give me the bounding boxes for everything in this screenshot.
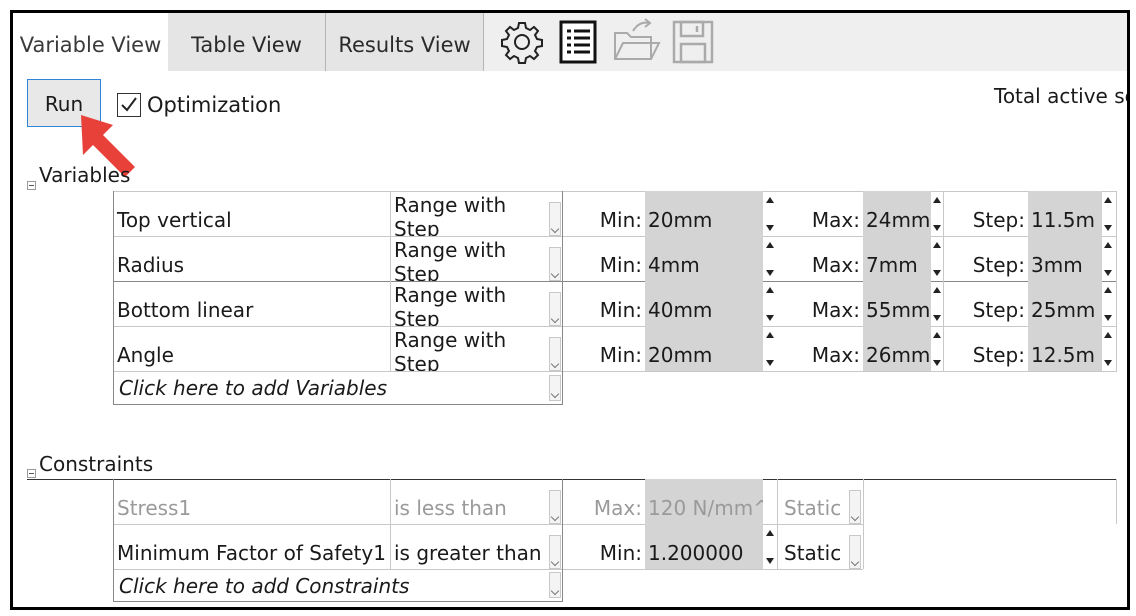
min-spinner[interactable] (765, 328, 777, 370)
step-label: Step: (972, 253, 1025, 277)
tab-results-view[interactable]: Results View (326, 13, 484, 71)
max-value-input[interactable]: 55mm (863, 281, 931, 326)
step-value-input[interactable]: 11.5m (1028, 191, 1102, 236)
chevron-down-icon[interactable] (849, 535, 861, 569)
chevron-down-icon[interactable] (549, 247, 561, 281)
study-select[interactable]: Static (781, 479, 847, 524)
step-value-input[interactable]: 12.5m (1028, 326, 1102, 371)
constraints-collapse-icon[interactable] (27, 469, 36, 478)
min-value-input[interactable]: 20mm (645, 191, 763, 236)
max-spinner[interactable] (932, 283, 944, 325)
min-label: Min: (599, 208, 642, 232)
max-spinner[interactable] (932, 328, 944, 370)
chevron-down-icon[interactable] (549, 572, 561, 598)
list-icon[interactable] (555, 17, 605, 67)
chevron-down-icon[interactable] (849, 490, 861, 524)
min-spinner[interactable] (765, 238, 777, 280)
min-spinner[interactable] (765, 193, 777, 235)
max-spinner[interactable] (932, 193, 944, 235)
folder-arrow-icon[interactable] (611, 17, 661, 67)
chevron-down-icon[interactable] (549, 490, 561, 524)
optimization-label: Optimization (147, 93, 282, 117)
variable-type-select[interactable]: Range with Step (391, 236, 547, 281)
min-label: Min: (599, 343, 642, 367)
variable-type-select[interactable]: Range with Step (391, 281, 547, 326)
max-value-input[interactable]: 7mm (863, 236, 931, 281)
study-select[interactable]: Static (781, 524, 847, 569)
tab-table-view[interactable]: Table View (168, 13, 326, 71)
bound-value-input[interactable]: 1.200000 (645, 524, 763, 569)
chevron-down-icon[interactable] (549, 535, 561, 569)
variables-section-title: Variables (39, 163, 131, 187)
chevron-down-icon[interactable] (549, 375, 561, 401)
save-icon[interactable] (669, 17, 719, 67)
variables-collapse-icon[interactable] (27, 181, 36, 190)
step-label: Step: (972, 298, 1025, 322)
max-value-input[interactable]: 24mm (863, 191, 931, 236)
chevron-down-icon[interactable] (549, 337, 561, 371)
grid-line (113, 404, 563, 405)
gear-icon[interactable] (497, 17, 547, 67)
min-label: Min: (599, 298, 642, 322)
max-label: Max: (811, 298, 860, 322)
variable-type-select[interactable]: Range with Step (391, 191, 547, 236)
constraint-condition-select[interactable]: is less than (391, 479, 547, 524)
optimization-checkbox[interactable] (117, 93, 141, 117)
step-spinner[interactable] (1103, 238, 1115, 280)
constraints-section-title: Constraints (39, 452, 154, 476)
step-value-input[interactable]: 3mm (1028, 236, 1102, 281)
total-active-scenarios-label: Total active sc (994, 84, 1130, 108)
variable-name-bottom-linear[interactable]: Bottom linear (114, 281, 390, 326)
tab-bar: Variable View Table View Results View (13, 13, 1127, 71)
chevron-down-icon[interactable] (549, 202, 561, 236)
chevron-down-icon[interactable] (549, 292, 561, 326)
add-constraints-row[interactable]: Click here to add Constraints (116, 569, 546, 601)
variable-type-select[interactable]: Range with Step (391, 326, 547, 371)
max-label: Max: (811, 208, 860, 232)
step-label: Step: (972, 343, 1025, 367)
min-spinner[interactable] (765, 283, 777, 325)
step-spinner[interactable] (1103, 283, 1115, 325)
grid-line (1116, 191, 1117, 371)
variable-name-top-vertical[interactable]: Top vertical (114, 191, 390, 236)
max-label: Max: (811, 343, 860, 367)
tab-variable-view[interactable]: Variable View (13, 13, 168, 71)
step-label: Step: (972, 208, 1025, 232)
add-variables-row[interactable]: Click here to add Variables (116, 371, 546, 404)
step-value-input[interactable]: 25mm (1028, 281, 1102, 326)
step-spinner[interactable] (1103, 328, 1115, 370)
bound-label: Max: (593, 496, 642, 520)
max-value-input[interactable]: 26mm (863, 326, 931, 371)
max-spinner[interactable] (932, 238, 944, 280)
min-label: Min: (599, 253, 642, 277)
grid-line (1116, 479, 1117, 524)
checkmark-icon (121, 97, 137, 112)
min-value-input[interactable]: 4mm (645, 236, 763, 281)
grid-line (863, 479, 864, 569)
min-value-input[interactable]: 20mm (645, 326, 763, 371)
min-value-input[interactable]: 40mm (645, 281, 763, 326)
constraint-name-stress1[interactable]: Stress1 (114, 479, 390, 524)
max-label: Max: (811, 253, 860, 277)
constraint-name-min-fos[interactable]: Minimum Factor of Safety1 (114, 524, 390, 569)
constraint-condition-select[interactable]: is greater than (391, 524, 547, 569)
grid-line (777, 479, 778, 569)
design-study-panel: Variable View Table View Results View Ru… (10, 10, 1130, 610)
variable-name-angle[interactable]: Angle (114, 326, 390, 371)
bound-label: Min: (599, 541, 642, 565)
step-spinner[interactable] (1103, 193, 1115, 235)
bound-spinner[interactable] (765, 526, 777, 568)
grid-line (113, 601, 563, 602)
variable-name-radius[interactable]: Radius (114, 236, 390, 281)
bound-value-input[interactable]: 120 N/mm^ (645, 479, 763, 524)
